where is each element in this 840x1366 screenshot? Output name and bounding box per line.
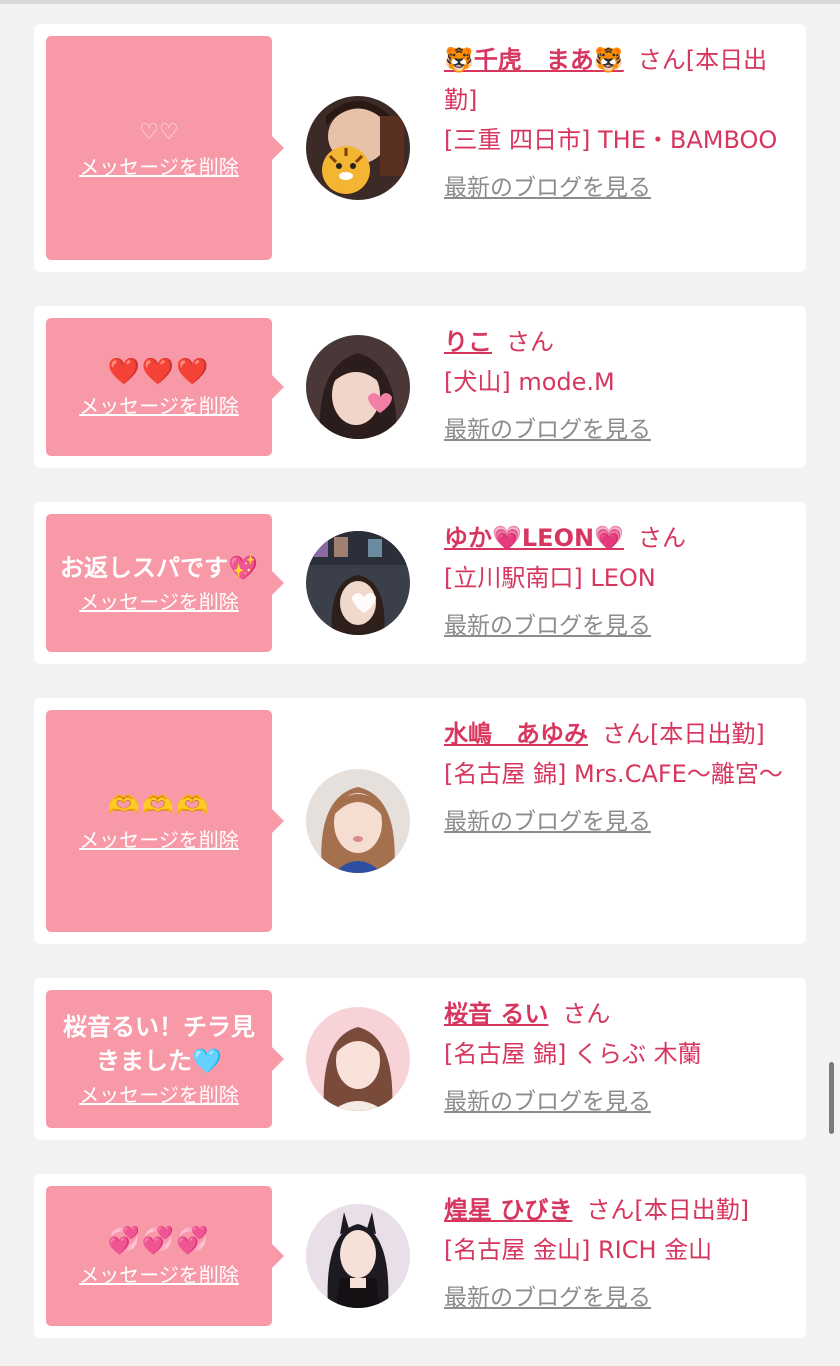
message-bubble: 桜音るい！チラ見きました🩵 メッセージを削除 — [46, 990, 284, 1128]
sender-info: 水嶋 あゆみ さん[本日出勤] [名古屋 錦] Mrs.CAFE〜離宮〜 最新のブ… — [444, 710, 806, 932]
message-card: ♡♡ メッセージを削除 🐯千虎 まあ🐯 さん[本日出勤] [三重 四日市] THE… — [34, 24, 806, 272]
message-text: ♡♡ — [139, 120, 179, 145]
sender-info: ゆか💗LEON💗 さん [立川駅南口] LEON 最新のブログを見る — [444, 514, 806, 652]
latest-blog-link[interactable]: 最新のブログを見る — [444, 608, 651, 644]
honorific: さん — [637, 524, 686, 552]
honorific: さん — [562, 1000, 611, 1028]
message-bubble: お返しスパです💖 メッセージを削除 — [46, 514, 284, 652]
message-list: ♡♡ メッセージを削除 🐯千虎 まあ🐯 さん[本日出勤] [三重 四日市] THE… — [34, 24, 806, 1366]
latest-blog-link[interactable]: 最新のブログを見る — [444, 1280, 651, 1316]
avatar-photo — [306, 1007, 410, 1111]
shop-label: [三重 四日市] THE・BAMBOO — [444, 126, 778, 154]
honorific: さん — [506, 328, 554, 356]
delete-message-link[interactable]: メッセージを削除 — [79, 154, 239, 180]
shop-label: [名古屋 錦] Mrs.CAFE〜離宮〜 — [444, 760, 783, 788]
avatar[interactable] — [306, 96, 410, 200]
avatar-photo — [306, 1204, 410, 1308]
message-card: 🫶🫶🫶 メッセージを削除 水嶋 あゆみ さん[本日出勤] [名古屋 錦] Mrs.… — [34, 698, 806, 944]
latest-blog-link[interactable]: 最新のブログを見る — [444, 804, 651, 840]
sender-info: りこ さん [犬山] mode.M 最新のブログを見る — [444, 318, 806, 456]
shop-label: [犬山] mode.M — [444, 368, 615, 396]
sender-name-link[interactable]: 煌星 ひびき — [444, 1196, 572, 1224]
delete-message-link[interactable]: メッセージを削除 — [79, 589, 239, 615]
message-bubble: 🫶🫶🫶 メッセージを削除 — [46, 710, 284, 932]
message-card: 桜音るい！チラ見きました🩵 メッセージを削除 桜音 るい さん [名古屋 錦] く… — [34, 978, 806, 1140]
message-bubble: ❤️❤️❤️ メッセージを削除 — [46, 318, 284, 456]
delete-message-link[interactable]: メッセージを削除 — [79, 827, 239, 853]
top-divider — [0, 0, 840, 4]
delete-message-link[interactable]: メッセージを削除 — [79, 1082, 239, 1108]
delete-message-link[interactable]: メッセージを削除 — [79, 1262, 239, 1288]
message-card: 💞💞💞 メッセージを削除 煌星 ひびき さん[本日出勤] [名古屋 金山] RIC… — [34, 1174, 806, 1338]
sender-info: 桜音 るい さん [名古屋 錦] くらぶ 木蘭 最新のブログを見る — [444, 990, 806, 1128]
avatar[interactable] — [306, 335, 410, 439]
avatar[interactable] — [306, 769, 410, 873]
attendance-status: [本日出勤] — [650, 720, 765, 748]
scrollbar-thumb[interactable] — [829, 1062, 834, 1134]
shop-label: [立川駅南口] LEON — [444, 564, 656, 592]
sender-name-link[interactable]: 桜音 るい — [444, 1000, 548, 1028]
avatar[interactable] — [306, 531, 410, 635]
honorific: さん — [586, 1196, 635, 1224]
honorific: さん — [637, 46, 686, 74]
sender-name-link[interactable]: 🐯千虎 まあ🐯 — [444, 46, 624, 74]
avatar-photo — [306, 96, 410, 200]
avatar[interactable] — [306, 1007, 410, 1111]
shop-label: [名古屋 錦] くらぶ 木蘭 — [444, 1040, 702, 1068]
delete-message-link[interactable]: メッセージを削除 — [79, 393, 239, 419]
avatar-photo — [306, 531, 410, 635]
honorific: さん — [602, 720, 650, 748]
latest-blog-link[interactable]: 最新のブログを見る — [444, 170, 651, 206]
message-card: お返しスパです💖 メッセージを削除 ゆか💗LEON💗 さん [立川駅南口] LEO… — [34, 502, 806, 664]
message-text: 💞💞💞 — [107, 1226, 211, 1256]
message-text: ❤️❤️❤️ — [107, 357, 211, 387]
sender-info: 煌星 ひびき さん[本日出勤] [名古屋 金山] RICH 金山 最新のブログを見… — [444, 1186, 806, 1326]
message-text: 桜音るい！チラ見きました🩵 — [63, 1013, 255, 1075]
sender-name-link[interactable]: ゆか💗LEON💗 — [444, 524, 624, 552]
latest-blog-link[interactable]: 最新のブログを見る — [444, 412, 651, 448]
avatar[interactable] — [306, 1204, 410, 1308]
message-text: お返しスパです💖 — [60, 554, 258, 582]
shop-label: [名古屋 金山] RICH 金山 — [444, 1236, 713, 1264]
message-bubble: ♡♡ メッセージを削除 — [46, 36, 284, 260]
avatar-photo — [306, 335, 410, 439]
message-text: 🫶🫶🫶 — [107, 791, 211, 821]
sender-info: 🐯千虎 まあ🐯 さん[本日出勤] [三重 四日市] THE・BAMBOO 最新のブ… — [444, 36, 806, 260]
message-card: ❤️❤️❤️ メッセージを削除 りこ さん [犬山] mode.M 最新のブログを… — [34, 306, 806, 468]
sender-name-link[interactable]: 水嶋 あゆみ — [444, 720, 588, 748]
latest-blog-link[interactable]: 最新のブログを見る — [444, 1084, 651, 1120]
avatar-photo — [306, 769, 410, 873]
sender-name-link[interactable]: りこ — [444, 328, 492, 356]
attendance-status: [本日出勤] — [634, 1196, 750, 1224]
message-bubble: 💞💞💞 メッセージを削除 — [46, 1186, 284, 1326]
